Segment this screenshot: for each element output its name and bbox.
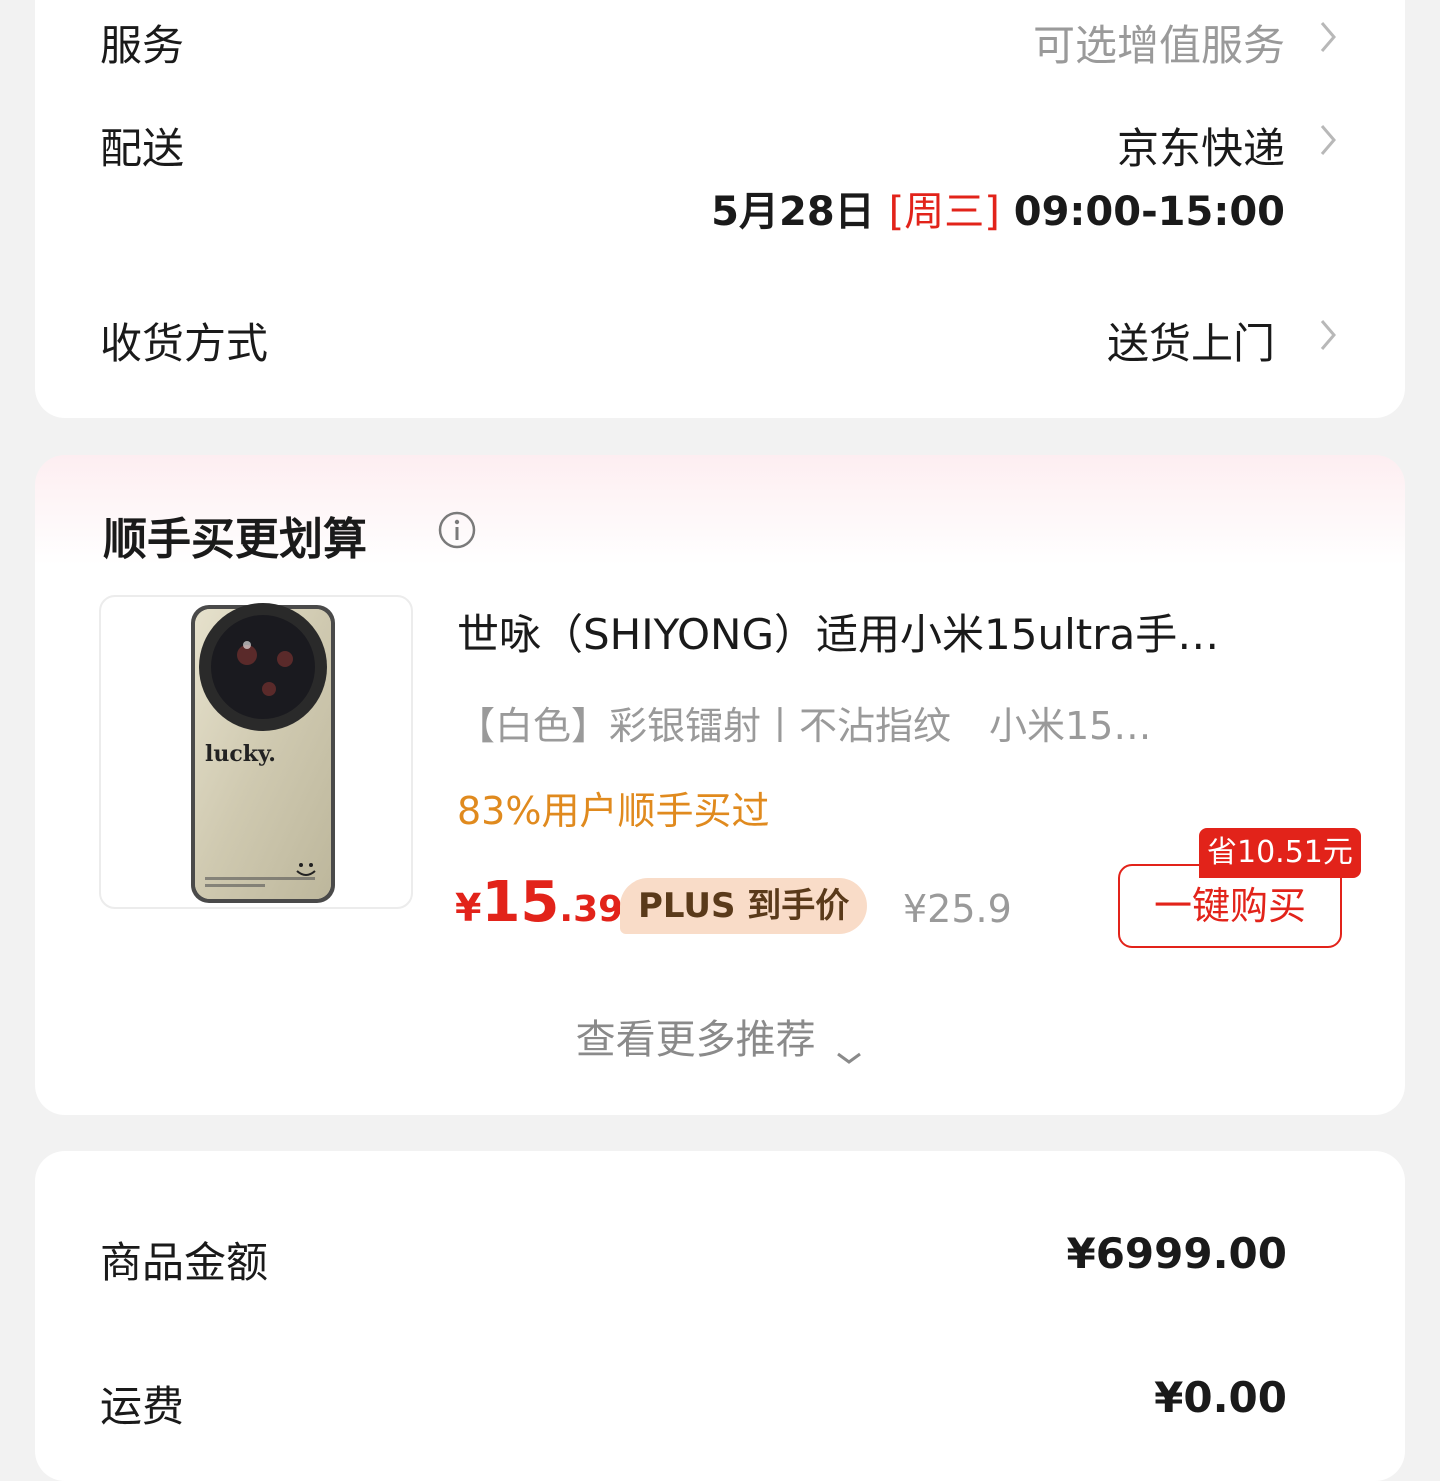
product-social-proof: 83%用户顺手买过 (457, 789, 770, 833)
shipping-value: ¥0.00 (1154, 1373, 1287, 1422)
summary-card: 商品金额 ¥6999.00 运费 ¥0.00 (35, 1151, 1405, 1481)
receive-method-label: 收货方式 (100, 319, 269, 368)
delivery-label: 配送 (100, 124, 185, 173)
service-chevron-icon[interactable] (1319, 20, 1337, 54)
delivery-date: 5月28日 (711, 189, 875, 235)
product-title[interactable]: 世咏（SHIYONG）适用小米15ultra手… (457, 601, 1219, 662)
info-icon[interactable] (437, 510, 477, 550)
goods-amount-value: ¥6999.00 (1066, 1229, 1287, 1278)
original-price: ¥25.9 (903, 887, 1012, 931)
services-card: 服务 可选增值服务 配送 京东快递 5月28日 [周三] 09:00-15:00… (35, 0, 1405, 418)
save-badge: 省10.51元 (1199, 828, 1361, 878)
product-image-text: lucky. (205, 741, 276, 767)
delivery-weekday: [周三] (888, 189, 1000, 235)
delivery-chevron-icon[interactable] (1319, 123, 1337, 157)
chevron-down-icon (834, 1032, 864, 1064)
product-image[interactable]: lucky. (99, 595, 413, 909)
delivery-time-range: 09:00-15:00 (1013, 189, 1285, 235)
more-recommendations-label: 查看更多推荐 (575, 1017, 816, 1063)
product-price: ¥15.39 (455, 870, 623, 935)
service-value[interactable]: 可选增值服务 (1033, 12, 1285, 73)
price-currency: ¥ (455, 886, 482, 930)
goods-amount-label: 商品金额 (100, 1238, 269, 1287)
recommend-card: 顺手买更划算 lucky. 世咏（SHIYONG）适用小米15ultra手… 【… (35, 455, 1405, 1115)
receive-method-chevron-icon[interactable] (1319, 318, 1337, 352)
plus-price-tag: PLUS 到手价 (620, 878, 868, 934)
price-integer: 15 (481, 870, 560, 935)
shipping-label: 运费 (100, 1382, 185, 1431)
service-label: 服务 (100, 21, 185, 70)
more-recommendations-link[interactable]: 查看更多推荐 (35, 1007, 1405, 1065)
recommend-title: 顺手买更划算 (103, 514, 367, 565)
delivery-time[interactable]: 5月28日 [周三] 09:00-15:00 (711, 179, 1285, 237)
product-spec[interactable]: 【白色】彩银镭射丨不沾指纹 小米15… (457, 695, 1151, 750)
price-decimal: .39 (559, 889, 624, 930)
receive-method-value[interactable]: 送货上门 (1107, 310, 1275, 371)
delivery-carrier[interactable]: 京东快递 (1117, 115, 1285, 176)
